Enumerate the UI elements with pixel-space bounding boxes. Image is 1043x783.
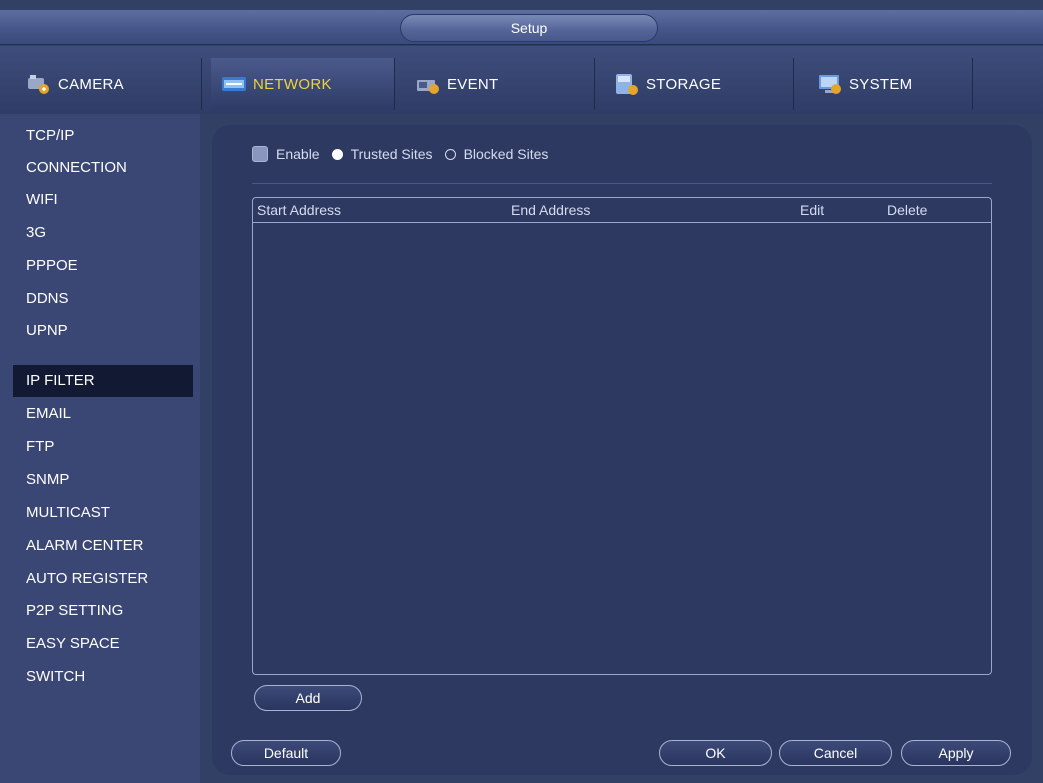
tab-system-label: SYSTEM <box>849 75 913 93</box>
column-start-address: Start Address <box>257 202 342 218</box>
column-delete: Delete <box>887 202 928 218</box>
camera-icon <box>26 72 52 96</box>
sidebar-item-auto-register[interactable]: AUTO REGISTER <box>13 563 193 595</box>
sidebar: TCP/IP CONNECTION WIFI 3G PPPOE DDNS UPN… <box>0 114 200 783</box>
sidebar-item-alarm-center[interactable]: ALARM CENTER <box>13 530 193 562</box>
trusted-sites-radio[interactable] <box>331 148 343 160</box>
enable-label: Enable <box>276 146 320 162</box>
sidebar-item-3g[interactable]: 3G <box>13 217 193 249</box>
sidebar-item-easy-space[interactable]: EASY SPACE <box>13 628 193 660</box>
tab-network-label: NETWORK <box>253 75 332 93</box>
column-edit: Edit <box>800 202 825 218</box>
setup-window: Setup CAMERA NETWORK EVENT STORAGE SYSTE… <box>0 0 1043 783</box>
tab-storage-label: STORAGE <box>646 75 722 93</box>
tab-event-label: EVENT <box>447 75 499 93</box>
event-icon <box>415 72 441 96</box>
address-table: Start Address End Address Edit Delete <box>252 197 992 675</box>
tab-storage[interactable]: STORAGE <box>604 58 794 110</box>
storage-icon <box>614 72 640 96</box>
sidebar-item-ip-filter[interactable]: IP FILTER <box>13 365 193 397</box>
tab-bar: CAMERA NETWORK EVENT STORAGE SYSTEM <box>0 46 1043 114</box>
tab-system[interactable]: SYSTEM <box>803 58 973 110</box>
sidebar-item-wifi[interactable]: WIFI <box>13 184 193 216</box>
cancel-button[interactable]: Cancel <box>779 740 892 766</box>
tab-camera[interactable]: CAMERA <box>12 58 202 110</box>
trusted-sites-label: Trusted Sites <box>350 146 433 162</box>
apply-button[interactable]: Apply <box>901 740 1011 766</box>
tab-event[interactable]: EVENT <box>405 58 595 110</box>
sidebar-item-connection[interactable]: CONNECTION <box>13 152 193 184</box>
sidebar-item-snmp[interactable]: SNMP <box>13 464 193 496</box>
sidebar-item-ftp[interactable]: FTP <box>13 431 193 463</box>
default-button[interactable]: Default <box>231 740 341 766</box>
filter-options: Enable Trusted Sites Blocked Sites <box>252 143 548 165</box>
blocked-sites-label: Blocked Sites <box>463 146 549 162</box>
sidebar-item-tcpip[interactable]: TCP/IP <box>13 120 193 152</box>
divider <box>252 183 992 184</box>
blocked-sites-radio[interactable] <box>444 148 456 160</box>
add-button[interactable]: Add <box>254 685 362 711</box>
tab-camera-label: CAMERA <box>58 75 124 93</box>
ok-button[interactable]: OK <box>659 740 772 766</box>
sidebar-item-multicast[interactable]: MULTICAST <box>13 497 193 529</box>
table-header: Start Address End Address Edit Delete <box>253 198 991 223</box>
sidebar-item-ddns[interactable]: DDNS <box>13 283 193 315</box>
sidebar-item-pppoe[interactable]: PPPOE <box>13 250 193 282</box>
network-icon <box>221 72 247 96</box>
system-icon <box>817 72 843 96</box>
tab-network[interactable]: NETWORK <box>211 58 395 110</box>
column-end-address: End Address <box>511 202 591 218</box>
sidebar-item-switch[interactable]: SWITCH <box>13 661 193 693</box>
sidebar-item-upnp[interactable]: UPNP <box>13 315 193 347</box>
sidebar-item-p2p-setting[interactable]: P2P SETTING <box>13 595 193 627</box>
sidebar-item-email[interactable]: EMAIL <box>13 398 193 430</box>
enable-checkbox[interactable] <box>252 146 268 162</box>
window-title: Setup <box>400 14 658 42</box>
